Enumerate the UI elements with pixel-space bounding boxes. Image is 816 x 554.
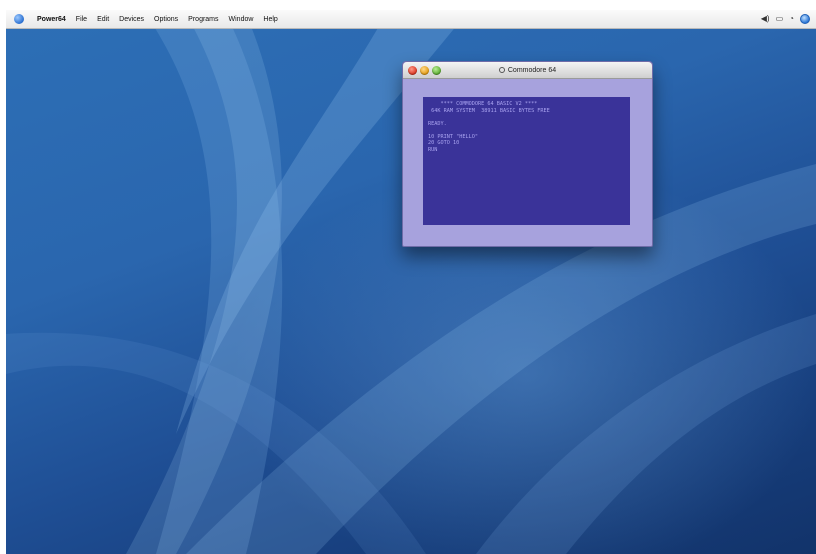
status-area: ◀) ▭ ◔ <box>761 14 810 24</box>
menu-help[interactable]: Help <box>258 16 282 23</box>
menu-window[interactable]: Window <box>224 16 259 23</box>
c64-icon <box>498 67 505 73</box>
window-titlebar[interactable]: Commodore 64 <box>403 62 652 79</box>
window-controls <box>408 65 441 75</box>
apple-icon[interactable] <box>14 14 24 24</box>
battery-icon[interactable]: ▭ <box>776 15 784 23</box>
close-button[interactable] <box>408 65 417 75</box>
minimize-button[interactable] <box>420 65 429 75</box>
menu-options[interactable]: Options <box>149 16 183 23</box>
c64-screen[interactable]: **** COMMODORE 64 BASIC V2 **** 64K RAM … <box>423 97 630 225</box>
spotlight-icon[interactable] <box>800 14 810 24</box>
commodore-64-window[interactable]: Commodore 64 **** COMMODORE 64 BASIC V2 … <box>402 61 653 247</box>
window-title: Commodore 64 <box>507 66 557 74</box>
menu-programs[interactable]: Programs <box>183 16 223 23</box>
menu-power64[interactable]: Power64 <box>32 16 71 23</box>
clock-icon[interactable]: ◔ <box>789 15 794 23</box>
menu-devices[interactable]: Devices <box>114 16 149 23</box>
zoom-button[interactable] <box>432 65 441 75</box>
c64-screen-line <box>428 153 625 160</box>
volume-icon[interactable]: ◀) <box>761 15 770 23</box>
menu-file[interactable]: File <box>71 16 92 23</box>
menu-bar: Power64 File Edit Devices Options Progra… <box>6 10 816 29</box>
menu-edit[interactable]: Edit <box>92 16 114 23</box>
